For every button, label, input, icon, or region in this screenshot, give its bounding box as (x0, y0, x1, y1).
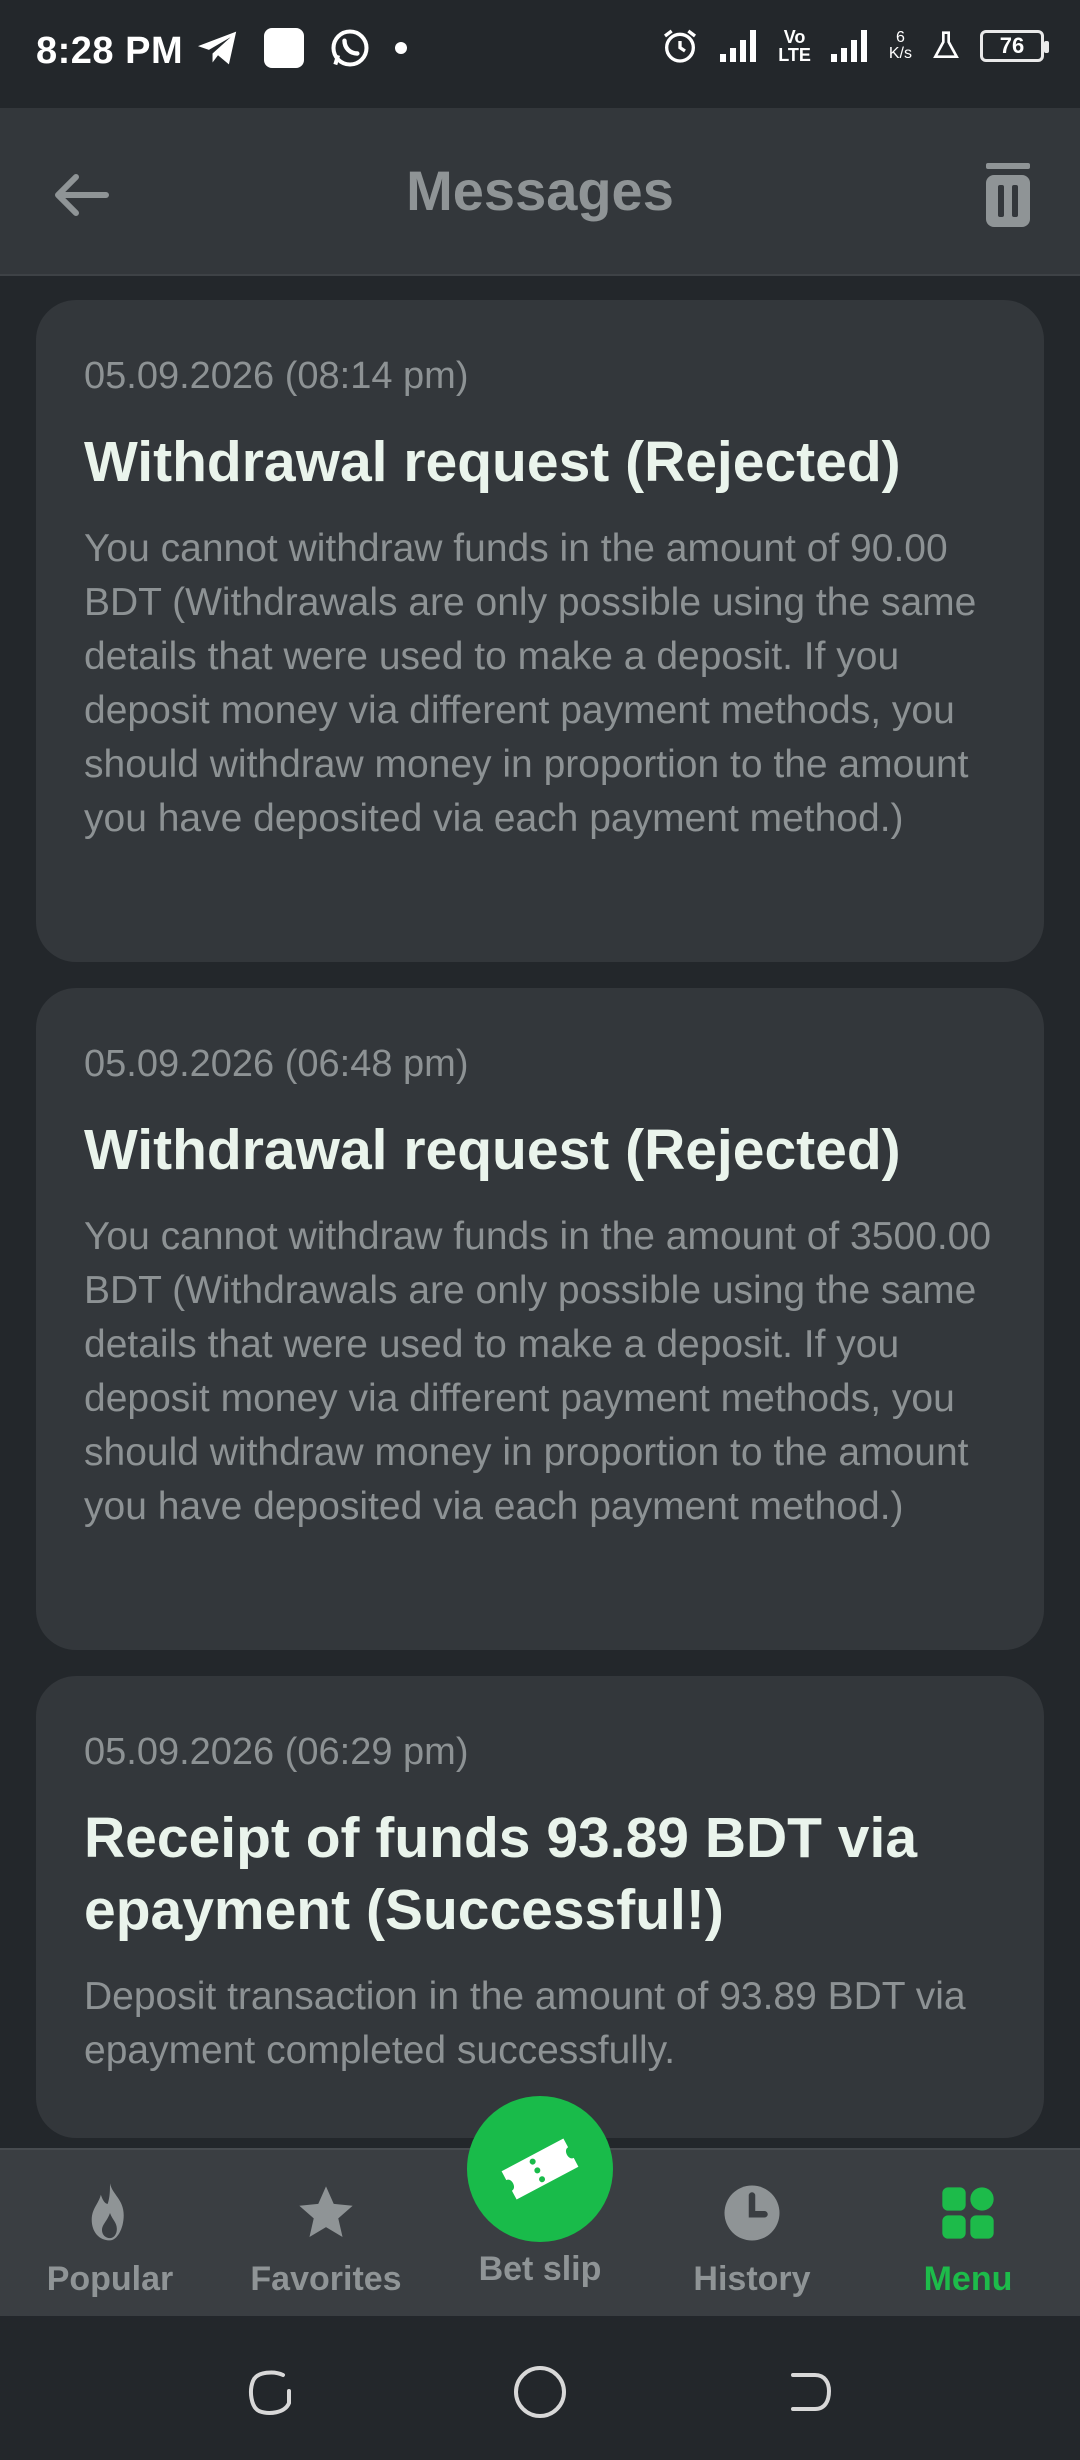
nav-label: History (693, 2260, 811, 2298)
message-date: 05.09.2026 (06:29 pm) (84, 1731, 469, 1773)
volte-indicator: Vo LTE (778, 28, 811, 64)
star-icon (291, 2178, 361, 2248)
net-speed-unit: K/s (888, 45, 912, 62)
ticket-icon (501, 2138, 579, 2200)
flask-icon (933, 31, 959, 58)
system-nav-bar (0, 2316, 1080, 2460)
message-body: Deposit transaction in the amount of 93.… (84, 1975, 966, 2072)
signal-icon (720, 30, 757, 62)
battery-indicator: 76 (980, 30, 1049, 62)
nav-item-menu[interactable]: Menu (860, 2150, 1076, 2318)
flame-icon (75, 2178, 145, 2248)
signal-icon-2 (830, 30, 867, 62)
whatsapp-icon (331, 29, 369, 67)
bet-slip-button[interactable] (467, 2096, 613, 2242)
nav-label: Popular (46, 2260, 174, 2298)
dot-icon (395, 42, 407, 54)
app-bar: Messages (0, 108, 1080, 276)
message-body: You cannot withdraw funds in the amount … (84, 527, 977, 840)
message-date: 05.09.2026 (06:48 pm) (84, 1043, 469, 1085)
nav-label: Menu (923, 2260, 1013, 2298)
message-card[interactable]: 05.09.2026 (06:29 pm) Receipt of funds 9… (36, 1676, 1044, 2138)
nav-label: Favorites (250, 2260, 402, 2298)
message-title: Withdrawal request (Rejected) (84, 430, 901, 494)
battery-level: 76 (999, 33, 1025, 58)
notification-icons (196, 26, 408, 70)
clock-icon (717, 2178, 787, 2248)
message-title: Withdrawal request (Rejected) (84, 1118, 901, 1182)
status-bar: 8:28 PM Vo LTE 6 K/s 76 (0, 0, 1080, 108)
nav-item-favorites[interactable]: Favorites (218, 2150, 434, 2318)
net-speed-value: 6 (895, 29, 905, 46)
message-date: 05.09.2026 (08:14 pm) (84, 355, 469, 397)
trash-icon (986, 163, 1030, 227)
message-title: Receipt of funds 93.89 BDT via epayment … (84, 1806, 918, 1942)
recents-icon (249, 2370, 291, 2415)
delete-all-button[interactable] (976, 158, 1040, 232)
message-body: You cannot withdraw funds in the amount … (84, 1215, 992, 1528)
back-system-button[interactable] (780, 2362, 840, 2422)
home-button[interactable] (510, 2362, 570, 2422)
message-list[interactable]: 05.09.2026 (08:14 pm) Withdrawal request… (0, 276, 1080, 2148)
app-square-icon (264, 28, 304, 68)
nav-item-bet-slip-label[interactable]: Bet slip (432, 2250, 648, 2289)
net-speed: 6 K/s (889, 30, 912, 62)
system-status-icons: Vo LTE 6 K/s 76 (660, 26, 1049, 66)
alarm-icon (664, 29, 697, 63)
recents-button[interactable] (240, 2362, 300, 2422)
grid-icon (933, 2178, 1003, 2248)
status-time: 8:28 PM (36, 30, 184, 72)
volte-top: Vo (783, 27, 806, 47)
message-card[interactable]: 05.09.2026 (06:48 pm) Withdrawal request… (36, 988, 1044, 1650)
message-card[interactable]: 05.09.2026 (08:14 pm) Withdrawal request… (36, 300, 1044, 962)
volte-bottom: LTE (778, 45, 811, 65)
nav-item-popular[interactable]: Popular (2, 2150, 218, 2318)
home-circle-icon (514, 2366, 566, 2418)
back-gesture-icon (791, 2373, 832, 2411)
telegram-icon (198, 31, 237, 65)
page-title: Messages (406, 159, 674, 222)
nav-item-history[interactable]: History (644, 2150, 860, 2318)
